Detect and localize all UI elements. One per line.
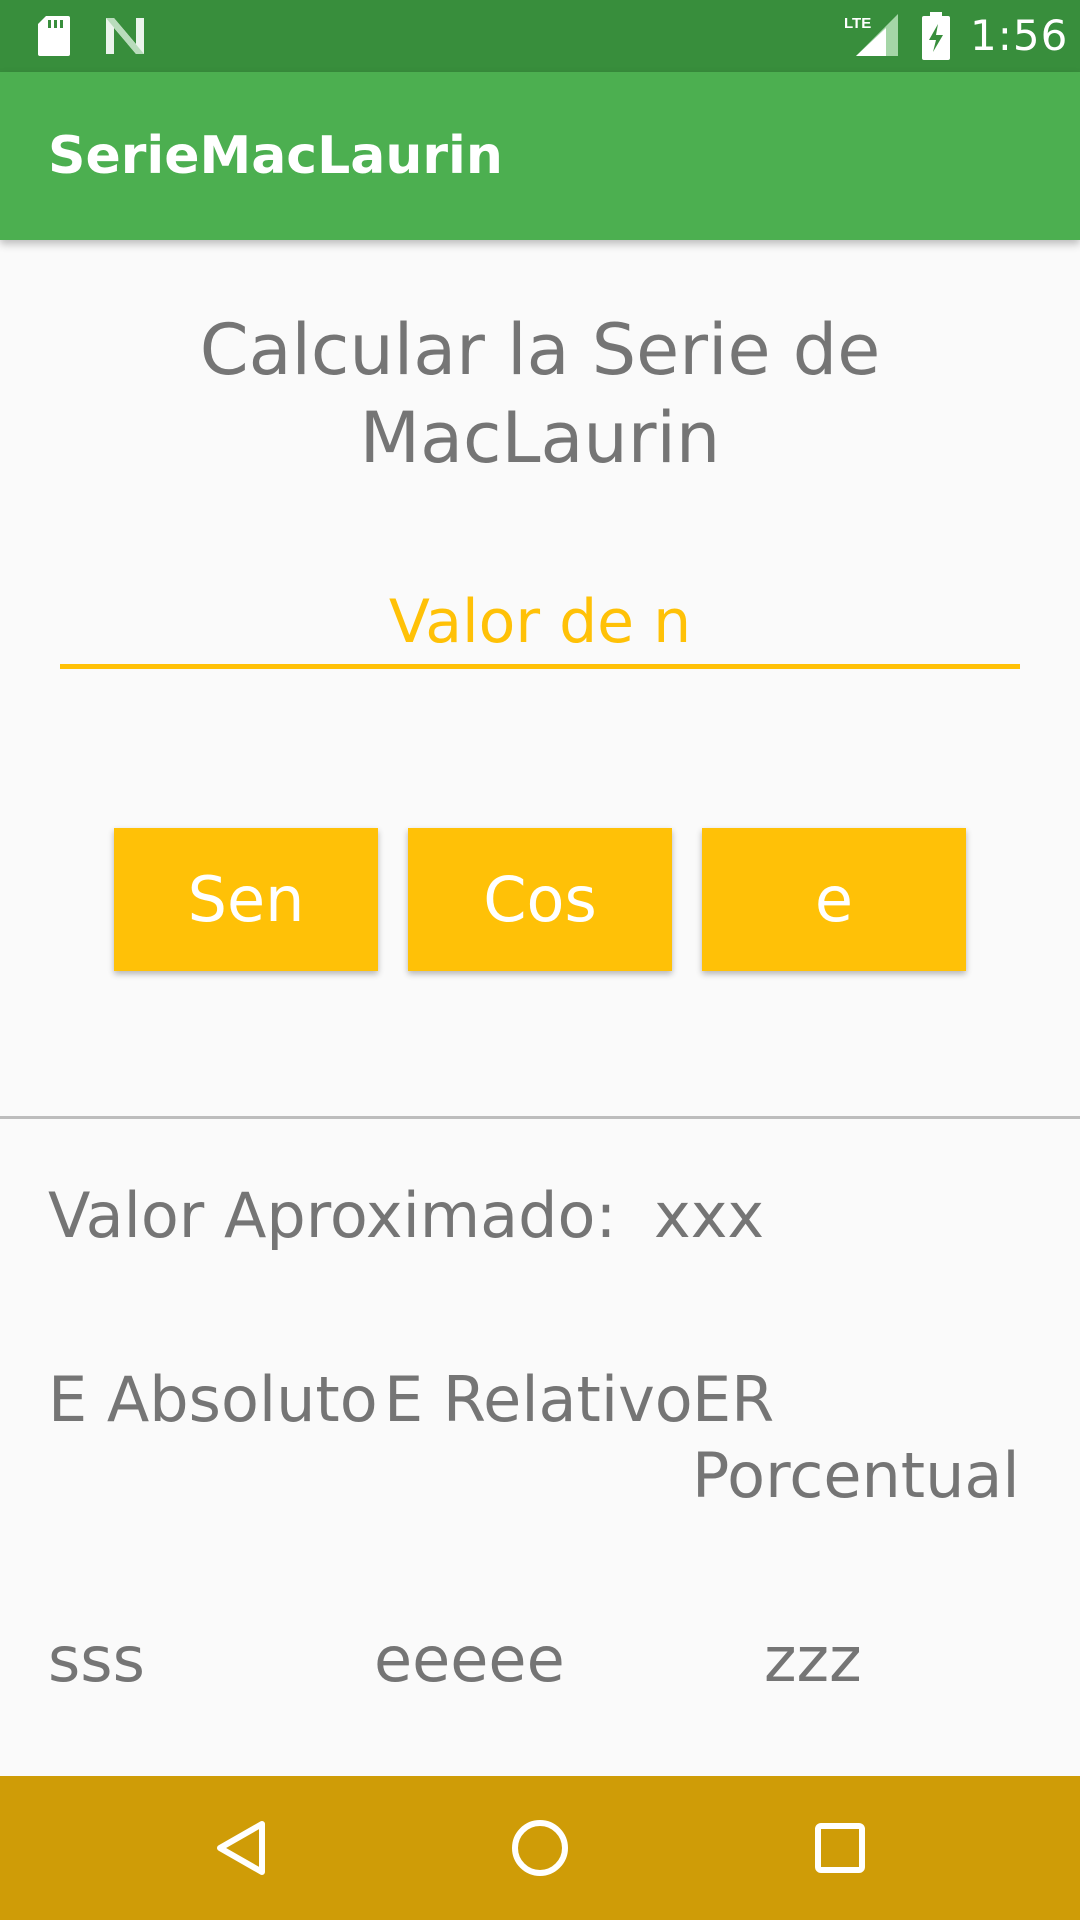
app-bar: SerieMacLaurin	[0, 72, 1080, 240]
sen-button[interactable]: Sen	[114, 828, 378, 971]
back-icon[interactable]	[206, 1812, 278, 1884]
approx-value: xxx	[654, 1179, 765, 1252]
n-logo-icon	[106, 18, 144, 54]
divider	[0, 1116, 1080, 1119]
home-icon[interactable]	[504, 1812, 576, 1884]
status-clock: 1:56	[970, 11, 1069, 60]
n-value-input[interactable]	[60, 580, 1020, 669]
approx-value-label: Valor Aproximado:	[48, 1179, 617, 1252]
recents-icon[interactable]	[804, 1812, 876, 1884]
percent-error-label: ER Porcentual	[692, 1363, 1020, 1512]
lte-signal-icon: LTE	[844, 14, 898, 56]
absolute-error-label: E Absoluto	[48, 1363, 378, 1436]
absolute-error-value: sss	[48, 1623, 145, 1696]
app-title: SerieMacLaurin	[48, 126, 503, 186]
percent-error-value: zzz	[764, 1623, 862, 1696]
status-bar: LTE 1:56	[0, 0, 1080, 72]
relative-error-label: E Relativo	[384, 1363, 693, 1436]
svg-text:LTE: LTE	[844, 15, 871, 32]
relative-error-value: eeeee	[374, 1623, 565, 1696]
page-heading: Calcular la Serie de MacLaurin	[199, 309, 881, 479]
cos-button[interactable]: Cos	[408, 828, 672, 971]
e-button[interactable]: e	[702, 828, 966, 971]
sd-card-icon	[38, 16, 70, 56]
navigation-bar	[0, 1776, 1080, 1920]
battery-charging-icon	[922, 12, 950, 60]
